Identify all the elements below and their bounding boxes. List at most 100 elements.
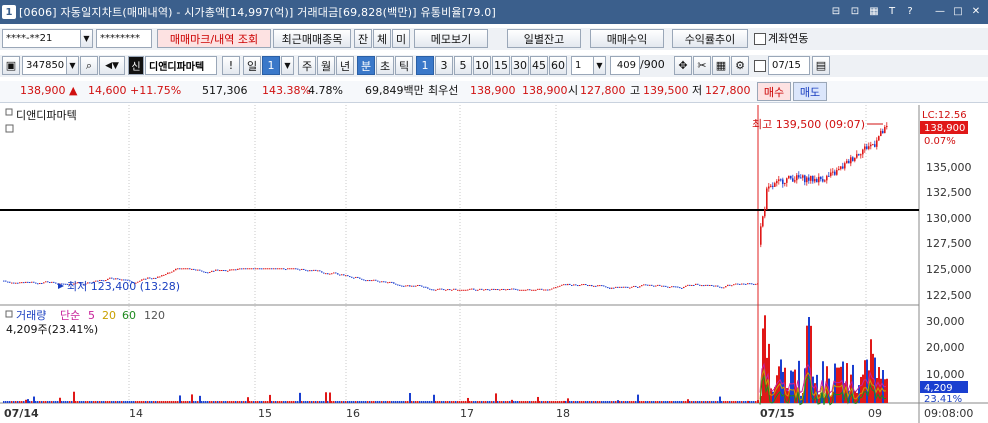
calendar-icon[interactable]: ▤ <box>812 56 830 75</box>
candle <box>325 273 327 275</box>
minimize-icon[interactable]: — <box>934 5 946 18</box>
period-day-button[interactable]: 일 <box>243 56 261 75</box>
speaker-icon[interactable]: ◀▼ <box>99 56 125 75</box>
candle <box>621 286 623 288</box>
grid-icon[interactable]: ▦ <box>712 56 730 75</box>
volume-bar <box>719 396 721 403</box>
daily-balance-button[interactable]: 일별잔고 <box>507 29 581 48</box>
alert-icon[interactable]: ! <box>222 56 240 75</box>
candle <box>281 268 283 270</box>
password-input[interactable]: ******** <box>96 29 152 48</box>
account-dropdown-icon[interactable]: ▼ <box>80 29 93 48</box>
volume-bar <box>107 401 109 403</box>
candle <box>173 270 175 272</box>
period-week-button[interactable]: 주 <box>298 56 316 75</box>
period-month-button[interactable]: 월 <box>317 56 335 75</box>
maximize-icon[interactable]: □ <box>952 5 964 18</box>
buy-button[interactable]: 매수 <box>757 82 791 101</box>
volume-bar <box>267 401 269 403</box>
account-link-checkbox[interactable] <box>754 33 766 45</box>
interval-5-button[interactable]: 5 <box>454 56 472 75</box>
candle <box>21 282 23 284</box>
search-icon[interactable]: ⌕ <box>80 56 98 75</box>
period-day-number[interactable]: 1 <box>262 56 280 75</box>
volume-bar <box>461 401 463 403</box>
interval-1-button[interactable]: 1 <box>416 56 434 75</box>
close-icon[interactable]: ✕ <box>970 5 982 18</box>
volume-bar <box>369 401 371 403</box>
candle <box>201 270 203 272</box>
trade-mark-query-button[interactable]: 매매마크/내역 조회 <box>157 29 271 48</box>
period-tick-button[interactable]: 틱 <box>395 56 413 75</box>
recent-trade-button[interactable]: 최근매매종목 <box>273 29 351 48</box>
scissors-icon[interactable]: ✂ <box>693 56 711 75</box>
candle <box>309 270 311 272</box>
period-year-button[interactable]: 년 <box>336 56 354 75</box>
period-second-button[interactable]: 초 <box>376 56 394 75</box>
volume-bar <box>475 401 477 403</box>
candle <box>197 269 199 271</box>
interval-30-button[interactable]: 30 <box>511 56 529 75</box>
candle <box>475 289 477 291</box>
trade-profit-button[interactable]: 매매수익 <box>590 29 664 48</box>
volume-bar <box>65 401 67 403</box>
stock-code-input[interactable]: 347850 <box>22 56 68 75</box>
count-input[interactable]: 409 <box>610 56 640 75</box>
date-checkbox[interactable] <box>754 60 766 72</box>
high-annotation: 최고 139,500 (09:07) <box>752 118 865 131</box>
candle <box>425 286 427 288</box>
trade-amount: 69,849백만 <box>365 84 424 97</box>
interval-10-button[interactable]: 10 <box>473 56 491 75</box>
volume-bar <box>549 401 551 403</box>
period-dropdown-icon[interactable]: ▼ <box>281 56 294 75</box>
volume-bar <box>489 401 491 403</box>
candle <box>575 284 577 286</box>
executed-button[interactable]: 체 <box>373 29 391 48</box>
window-icon-1[interactable]: ⊟ <box>830 5 842 18</box>
date-input[interactable]: 07/15 <box>768 56 810 75</box>
account-input[interactable]: ****-**21 <box>2 29 82 48</box>
volume-bar <box>599 401 601 403</box>
candle <box>109 277 111 279</box>
candle <box>161 275 163 277</box>
candle <box>589 284 591 286</box>
volume-bar <box>217 401 219 403</box>
balance-button[interactable]: 잔 <box>354 29 372 48</box>
volume-bar <box>337 401 339 403</box>
interval-15-button[interactable]: 15 <box>492 56 510 75</box>
unexecuted-button[interactable]: 미 <box>392 29 410 48</box>
volume-bar <box>319 401 321 403</box>
code-dropdown-icon[interactable]: ▼ <box>66 56 79 75</box>
volume-bar <box>85 401 87 403</box>
candle <box>523 289 525 291</box>
candle <box>573 284 575 286</box>
candle <box>519 289 521 291</box>
candle <box>467 289 469 291</box>
font-icon[interactable]: T <box>886 5 898 18</box>
price-chart[interactable]: 디앤디파마텍 최고 139,500 (09:07) 최저 123,400 (13… <box>0 105 988 423</box>
profit-trend-button[interactable]: 수익률추이 <box>672 29 748 48</box>
candle <box>279 268 281 270</box>
window-icon-2[interactable]: ⊡ <box>849 5 861 18</box>
interval-45-button[interactable]: 45 <box>530 56 548 75</box>
chart-menu-icon[interactable]: ▣ <box>2 56 20 75</box>
crosshair-icon[interactable]: ✥ <box>674 56 692 75</box>
candle <box>293 268 295 270</box>
interval-dropdown-icon[interactable]: ▼ <box>593 56 606 75</box>
interval-60-button[interactable]: 60 <box>549 56 567 75</box>
candle <box>215 269 217 271</box>
volume-bar <box>375 401 377 403</box>
volume-bar <box>239 401 241 403</box>
volume-bar <box>523 401 525 403</box>
volume-bar <box>109 401 111 403</box>
volume-bar <box>379 401 381 403</box>
period-minute-button[interactable]: 분 <box>357 56 375 75</box>
volume-bar <box>701 401 703 403</box>
interval-3-button[interactable]: 3 <box>435 56 453 75</box>
custom-interval-input[interactable]: 1 <box>571 56 595 75</box>
settings-icon[interactable]: ⚙ <box>731 56 749 75</box>
memo-button[interactable]: 메모보기 <box>414 29 488 48</box>
sell-button[interactable]: 매도 <box>793 82 827 101</box>
window-icon-3[interactable]: ▦ <box>868 5 880 18</box>
help-icon[interactable]: ? <box>904 5 916 18</box>
